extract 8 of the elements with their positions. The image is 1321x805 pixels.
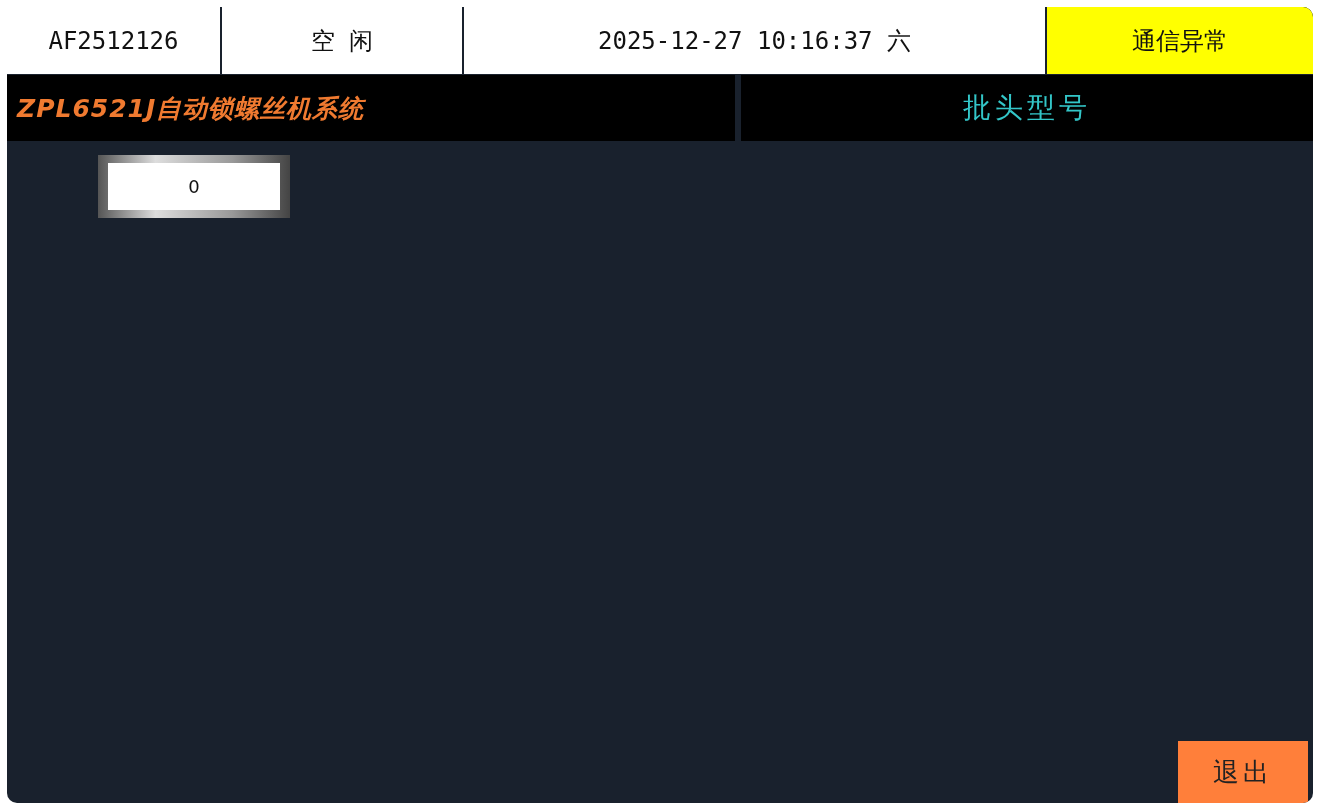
value-field[interactable]: 0 — [98, 155, 290, 218]
status-cell: 空 闲 — [222, 7, 462, 74]
status-cell: AF2512126 — [7, 7, 220, 74]
section-title: 批头型号 — [963, 90, 1091, 126]
system-title: ZPL6521J自动锁螺丝机系统 — [17, 92, 365, 125]
exit-button[interactable]: 退出 — [1178, 741, 1308, 803]
status-cell: 通信异常 — [1047, 7, 1313, 74]
status-cell: 2025-12-27 10:16:37 六 — [464, 7, 1045, 74]
